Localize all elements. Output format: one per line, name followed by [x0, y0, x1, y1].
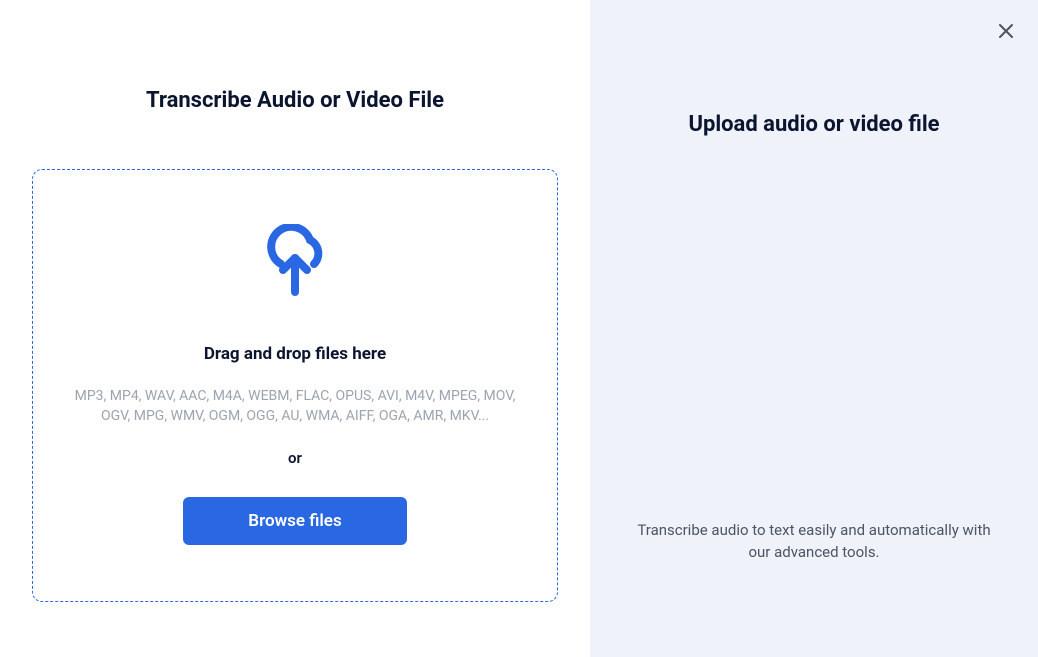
supported-formats: MP3, MP4, WAV, AAC, M4A, WEBM, FLAC, OPU…: [65, 386, 525, 427]
or-label: or: [288, 449, 302, 467]
close-icon: [998, 23, 1014, 42]
file-dropzone[interactable]: Drag and drop files here MP3, MP4, WAV, …: [32, 169, 558, 602]
left-panel: Transcribe Audio or Video File Drag and …: [0, 0, 590, 657]
close-button[interactable]: [994, 20, 1018, 44]
page-title: Transcribe Audio or Video File: [32, 88, 558, 113]
cloud-upload-icon: [256, 224, 334, 304]
right-panel: Upload audio or video file Transcribe au…: [590, 0, 1038, 657]
right-panel-description: Transcribe audio to text easily and auto…: [590, 520, 1038, 564]
drag-drop-label: Drag and drop files here: [204, 344, 386, 364]
right-panel-title: Upload audio or video file: [688, 112, 939, 137]
browse-files-button[interactable]: Browse files: [183, 497, 407, 545]
